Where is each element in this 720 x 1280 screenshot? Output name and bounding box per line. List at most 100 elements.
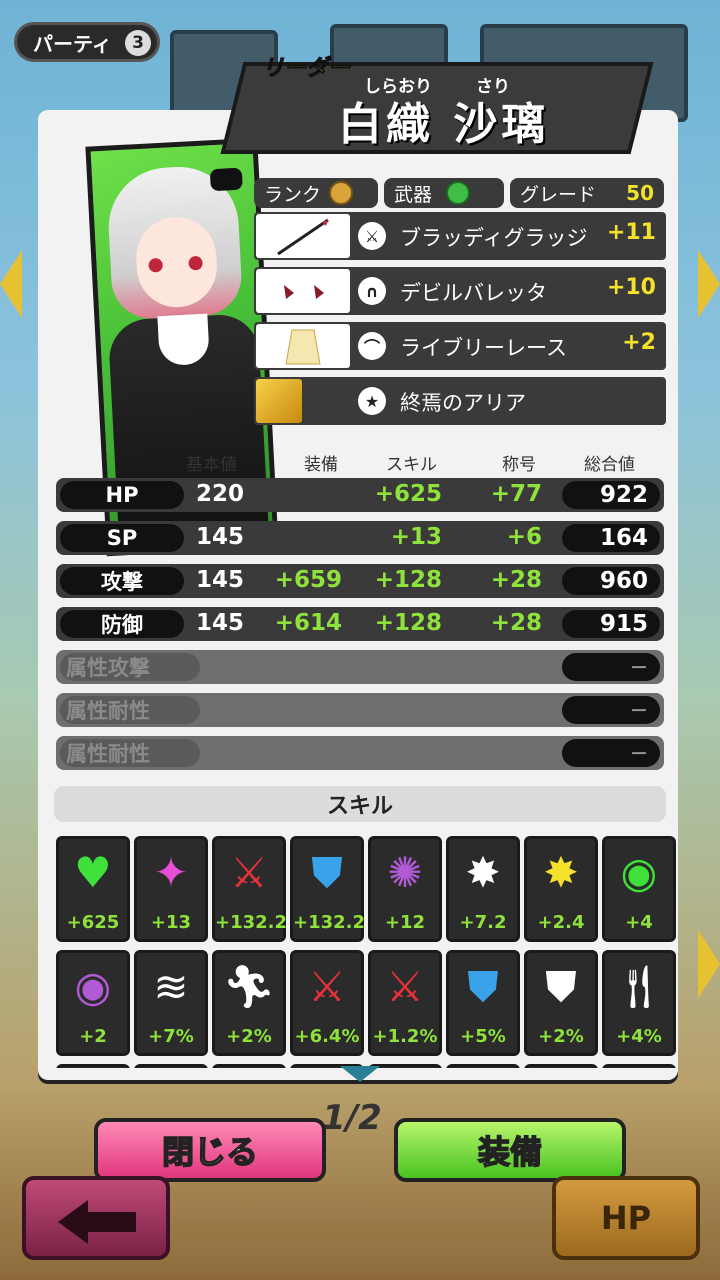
- back-arrow-icon: [58, 1200, 88, 1244]
- headphone-icon: ∩: [358, 277, 386, 305]
- equip-row-body[interactable]: ⌒ ライブリーレース +2: [254, 322, 666, 370]
- skill-grid: ♥ +625 ✦ +13 ⚔ +132.2 ⛊ +132.2 ✺ +12 ✸ +7.2 ✸ +…: [56, 836, 676, 1068]
- stat-total: 915: [562, 610, 660, 638]
- party-number: 3: [125, 30, 151, 56]
- scroll-down-icon[interactable]: [340, 1066, 380, 1082]
- skill-tile[interactable]: [446, 1064, 520, 1068]
- skill-value: +2%: [226, 1026, 272, 1047]
- skill-tile[interactable]: ✸ +7.2: [446, 836, 520, 942]
- stat-row-attack: 攻撃 145 +659 +128 +28 960: [56, 564, 664, 598]
- skill-value: +4: [625, 912, 653, 933]
- header-base: 基本値: [186, 455, 237, 475]
- sword-icon: ⚔: [230, 848, 268, 897]
- grade-pill: グレード 50: [510, 178, 664, 208]
- skill-value: +4%: [616, 1026, 662, 1047]
- prev-arrow-icon[interactable]: [0, 250, 22, 318]
- equip-row-head[interactable]: ∩ デビルバレッタ +10: [254, 267, 666, 315]
- skill-tile[interactable]: ✸ +2.4: [524, 836, 598, 942]
- skill-tile[interactable]: ⛊ +5%: [446, 950, 520, 1056]
- stat-label: 属性耐性: [60, 739, 200, 767]
- stat-skill: +128: [374, 567, 442, 593]
- skill-tile[interactable]: ≋ +7%: [134, 950, 208, 1056]
- stat-row-element-attack: 属性攻撃 －: [56, 650, 664, 684]
- skill-value: +625: [66, 912, 120, 933]
- character-name: 白織 沙璃: [338, 99, 550, 150]
- party-tab[interactable]: パーティ 3: [14, 22, 160, 62]
- stat-label: 属性攻撃: [60, 653, 200, 681]
- shield-icon: ⛊: [545, 962, 577, 1011]
- stat-total: －: [562, 653, 660, 681]
- heart-ring-icon: ◉: [620, 848, 658, 897]
- shield-percent-icon: ⛊: [467, 962, 499, 1011]
- next-page-arrow-icon[interactable]: [698, 930, 720, 998]
- header-total: 総合値: [584, 455, 635, 475]
- stat-title: +28: [490, 610, 542, 636]
- skill-tile[interactable]: [524, 1064, 598, 1068]
- sword-burst-icon: ⚔: [386, 962, 424, 1011]
- equip-button[interactable]: 装備: [394, 1118, 626, 1182]
- equip-name: ブラッディグラッジ: [400, 226, 588, 250]
- party-label: パーティ: [33, 31, 112, 56]
- skill-tile[interactable]: ✺ +12: [368, 836, 442, 942]
- stat-label: 攻撃: [60, 567, 184, 595]
- equip-plus: +2: [622, 330, 656, 355]
- skill-tile[interactable]: ⚔ +6.4%: [290, 950, 364, 1056]
- stat-base: 220: [195, 481, 244, 507]
- weapon-label: 武器: [394, 183, 433, 206]
- back-button[interactable]: [22, 1176, 170, 1260]
- skill-tile[interactable]: ♥ +625: [56, 836, 130, 942]
- equip-plus: +11: [606, 220, 656, 245]
- skill-value: +6.4%: [294, 1026, 360, 1047]
- stat-base: 145: [195, 610, 244, 636]
- stat-label: HP: [60, 481, 184, 509]
- skill-tile[interactable]: ◉ +4: [602, 836, 676, 942]
- skill-tile[interactable]: ✦ +13: [134, 836, 208, 942]
- skill-tile[interactable]: ⛊ +132.2: [290, 836, 365, 942]
- stat-skill: +625: [374, 481, 442, 507]
- weapon-pill: 武器: [384, 178, 504, 208]
- sword-burst-icon: ⚔: [308, 962, 346, 1011]
- skill-tile[interactable]: [602, 1064, 676, 1068]
- stat-row-sp: SP 145 +13 +6 164: [56, 521, 664, 555]
- stat-base: 145: [195, 567, 244, 593]
- rank-label: ランク: [264, 183, 322, 206]
- skill-tile[interactable]: ⚔ +132.2: [212, 836, 287, 942]
- skill-tile[interactable]: 🏃︎ +2%: [212, 950, 286, 1056]
- stat-equip: +659: [274, 567, 342, 593]
- skill-tile[interactable]: ⚔ +1.2%: [368, 950, 442, 1056]
- equip-row-title[interactable]: ★ 終焉のアリア: [254, 377, 666, 425]
- skill-tile[interactable]: 🍴︎ +4%: [602, 950, 676, 1056]
- skill-tile[interactable]: [212, 1064, 286, 1068]
- cape-icon: ⌒: [358, 332, 386, 360]
- skill-tile[interactable]: [56, 1064, 130, 1068]
- star-icon: ★: [358, 387, 386, 415]
- critical-icon: ✸: [465, 848, 501, 897]
- equip-row-weapon[interactable]: ⚔ ブラッディグラッジ +11: [254, 212, 666, 260]
- stat-title: +6: [506, 524, 542, 550]
- stat-total: 164: [562, 524, 660, 552]
- skill-value: +2%: [538, 1026, 584, 1047]
- next-arrow-icon[interactable]: [698, 250, 720, 318]
- equip-name: ライブリーレース: [400, 336, 567, 360]
- skill-value: +1.2%: [372, 1026, 438, 1047]
- body-thumbnail: [256, 324, 350, 368]
- critical-icon: ✸: [543, 848, 579, 897]
- skill-tile[interactable]: ◉ +2: [56, 950, 130, 1056]
- stat-total: 960: [562, 567, 660, 595]
- equip-name: 終焉のアリア: [400, 391, 526, 415]
- header-title: 称号: [502, 455, 536, 475]
- stat-title: +28: [490, 567, 542, 593]
- skill-tile[interactable]: [134, 1064, 208, 1068]
- hp-button[interactable]: HP: [552, 1176, 700, 1260]
- stat-row-element-resist-2: 属性耐性 －: [56, 736, 664, 770]
- stat-skill: +128: [374, 610, 442, 636]
- weapon-thumbnail: [256, 214, 350, 258]
- equip-name: デビルバレッタ: [400, 281, 547, 305]
- skill-value: +13: [150, 912, 192, 933]
- sparkle-icon: ✦: [153, 848, 189, 897]
- weapon-type-icon: [446, 181, 471, 205]
- skill-tile[interactable]: ⛊ +2%: [524, 950, 598, 1056]
- close-button[interactable]: 閉じる: [94, 1118, 326, 1182]
- skill-value: +12: [384, 912, 426, 933]
- run-icon: 🏃︎: [222, 962, 276, 1011]
